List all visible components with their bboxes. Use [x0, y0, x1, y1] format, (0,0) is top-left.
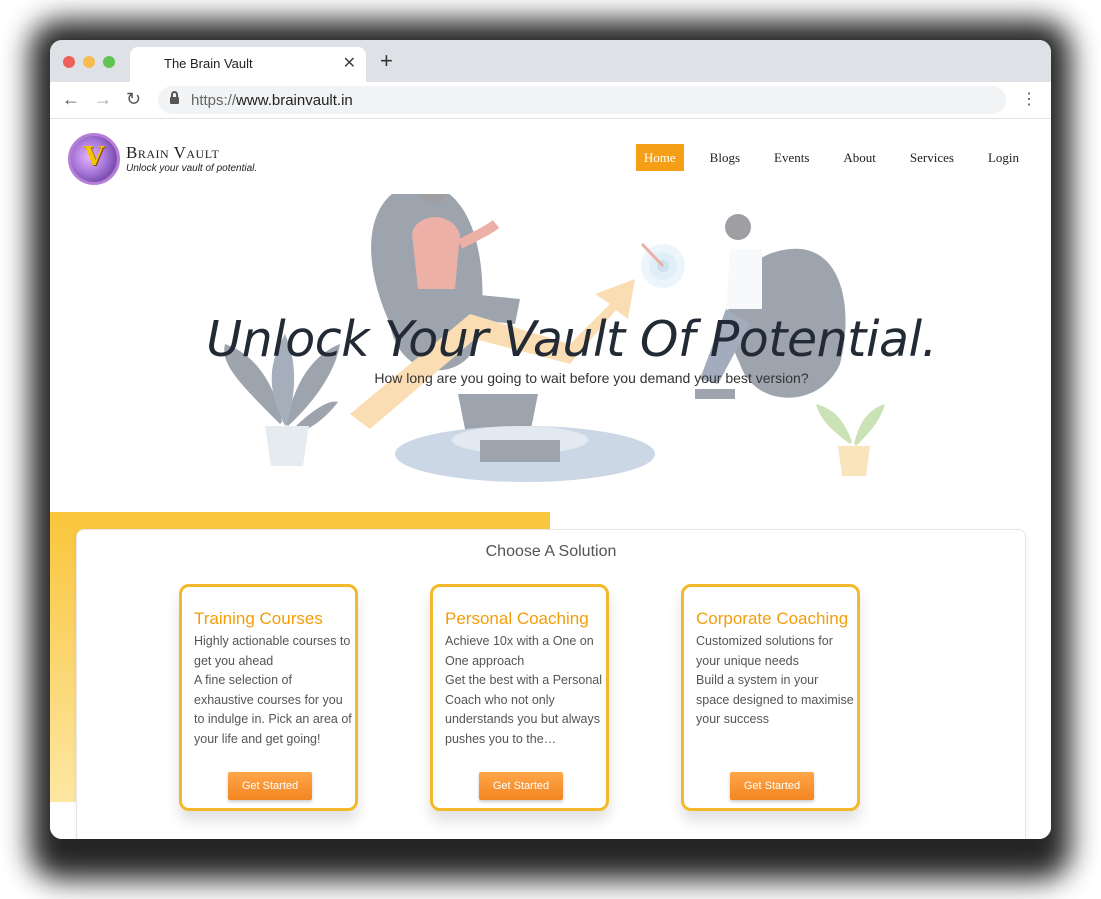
solution-card-training: Training Courses Highly actionable cours… — [179, 584, 358, 811]
browser-tab[interactable]: The Brain Vault ✕ — [130, 47, 366, 82]
card-title: Personal Coaching — [445, 609, 589, 628]
main-nav: Home Blogs Events About Services Login — [618, 144, 1027, 171]
card-description: Customized solutions for your unique nee… — [696, 634, 854, 727]
card-description: Achieve 10x with a One on One approach G… — [445, 634, 603, 746]
nav-events[interactable]: Events — [766, 144, 817, 171]
nav-blogs[interactable]: Blogs — [702, 144, 748, 171]
url-scheme: https:// — [191, 92, 237, 109]
logo-letter: V — [83, 142, 105, 172]
card-description: Highly actionable courses to get you ahe… — [194, 634, 352, 746]
url-host: www.brainvault.in — [236, 92, 353, 109]
browser-menu-icon[interactable]: ⋮ — [1021, 89, 1037, 111]
browser-window: The Brain Vault ✕ + ← → ↻ https://www.br… — [50, 40, 1051, 839]
get-started-button[interactable]: Get Started — [228, 772, 312, 800]
browser-toolbar: ← → ↻ https://www.brainvault.in ⋮ — [50, 82, 1051, 119]
nav-about[interactable]: About — [835, 144, 884, 171]
minimize-window-button[interactable] — [83, 56, 95, 68]
card-title: Training Courses — [194, 609, 323, 628]
tab-title: The Brain Vault — [164, 56, 253, 71]
solutions-panel: Choose A Solution Training Courses Highl… — [76, 529, 1026, 839]
address-bar[interactable]: https://www.brainvault.in — [158, 86, 1006, 114]
solution-card-personal: Personal Coaching Achieve 10x with a One… — [430, 584, 609, 811]
hero-section: Unlock Your Vault Of Potential. How long… — [50, 194, 1051, 524]
nav-home[interactable]: Home — [635, 144, 684, 171]
maximize-window-button[interactable] — [103, 56, 115, 68]
card-title: Corporate Coaching — [696, 609, 849, 628]
get-started-button[interactable]: Get Started — [479, 772, 563, 800]
tab-strip: The Brain Vault ✕ + — [50, 40, 1051, 82]
plant-right-icon — [816, 404, 885, 476]
lock-icon — [170, 91, 179, 105]
hero-subtitle: How long are you going to wait before yo… — [374, 370, 809, 386]
brand-tagline: Unlock your vault of potential. — [126, 163, 258, 174]
close-window-button[interactable] — [63, 56, 75, 68]
site-header: V Brain Vault Unlock your vault of poten… — [50, 120, 1051, 194]
back-arrow-icon[interactable]: ← — [62, 88, 80, 110]
nav-login[interactable]: Login — [980, 144, 1027, 171]
hero-title: Unlock Your Vault Of Potential. — [206, 311, 937, 368]
web-page: V Brain Vault Unlock your vault of poten… — [50, 120, 1051, 839]
nav-services[interactable]: Services — [902, 144, 962, 171]
close-tab-icon[interactable]: ✕ — [343, 53, 356, 73]
solution-card-corporate: Corporate Coaching Customized solutions … — [681, 584, 860, 811]
new-tab-icon[interactable]: + — [380, 50, 393, 72]
brand-logo[interactable]: V — [68, 133, 120, 185]
brand-name[interactable]: Brain Vault — [126, 143, 219, 163]
get-started-button[interactable]: Get Started — [730, 772, 814, 800]
solutions-heading: Choose A Solution — [485, 543, 617, 560]
url-text[interactable]: https://www.brainvault.in — [191, 92, 353, 109]
reload-icon[interactable]: ↻ — [126, 88, 141, 110]
forward-arrow-icon[interactable]: → — [94, 88, 112, 110]
